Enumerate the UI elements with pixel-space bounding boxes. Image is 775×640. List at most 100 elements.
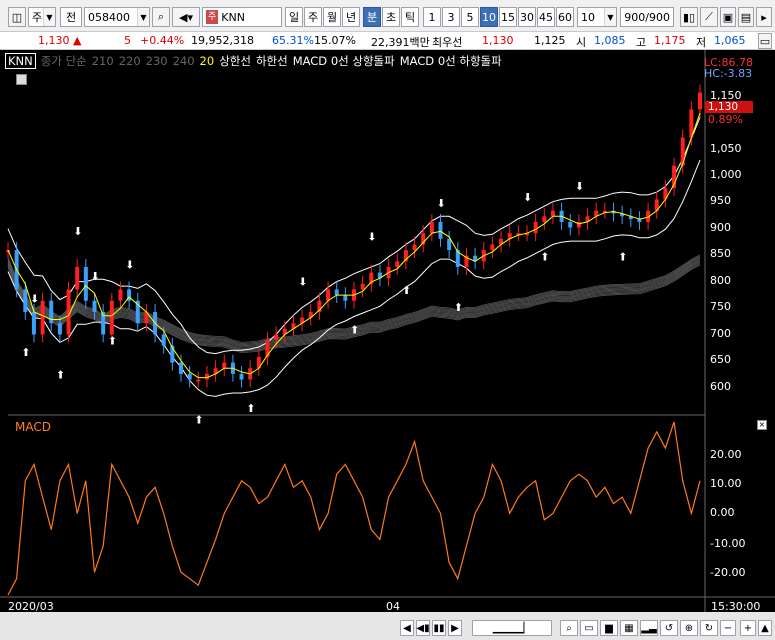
period-month[interactable]: 월 bbox=[323, 7, 341, 27]
candle-body bbox=[343, 295, 348, 301]
candle-body bbox=[161, 334, 166, 346]
y-tick-800: 800 bbox=[710, 274, 731, 287]
candle-body bbox=[680, 137, 685, 166]
candle-body bbox=[92, 300, 97, 312]
speaker-icon[interactable]: ◀▾ bbox=[172, 7, 200, 27]
signal-down-arrow: ⬇ bbox=[367, 231, 376, 244]
scroll-first-icon[interactable]: ◀ bbox=[400, 620, 414, 636]
candle-body bbox=[187, 373, 192, 380]
candle-body bbox=[222, 362, 227, 369]
interval-value: 10 bbox=[581, 10, 595, 24]
open-label: 시 bbox=[576, 36, 587, 49]
candle-body bbox=[40, 300, 45, 335]
hc-value: HC:-3.83 bbox=[704, 67, 753, 80]
interval-10[interactable]: 10 bbox=[480, 7, 498, 27]
period-tick[interactable]: 틱 bbox=[401, 7, 419, 27]
current-price: 1,130 ▲ bbox=[38, 34, 82, 47]
interval-45[interactable]: 45 bbox=[537, 7, 555, 27]
save-icon[interactable]: ▣ bbox=[720, 7, 736, 27]
high-price: 1,175 bbox=[654, 34, 686, 47]
pause-icon[interactable]: ▮▮ bbox=[432, 620, 446, 636]
signal-down-arrow: ⬇ bbox=[437, 197, 446, 210]
signal-up-arrow: ⬆ bbox=[540, 250, 549, 263]
zoom-in-icon[interactable]: ⊕ bbox=[680, 620, 698, 636]
macd-tick-10: 10.00 bbox=[710, 477, 742, 490]
refresh-icon[interactable]: ↻ bbox=[700, 620, 718, 636]
chart-legend: KNN 종가 단순 210 220 230 240 20 상한선 하한선 MAC… bbox=[5, 53, 507, 69]
macd-line bbox=[7, 421, 701, 596]
y-tick-850: 850 bbox=[710, 247, 731, 260]
interval-3[interactable]: 3 bbox=[442, 7, 460, 27]
candle-body bbox=[179, 362, 183, 374]
period-minute[interactable]: 분 bbox=[363, 7, 381, 27]
chart-area[interactable]: ⬆ ⬆ ⬆ ⬆ ⬆ ⬆ ⬆ ⬆ ⬆ ⬆ ⬇ ⬇ ⬇ ⬇ ⬇ ⬇ ⬇ ⬇ ⬇ KNN 종가 단순 210 220 23… bbox=[0, 50, 775, 625]
interval-select[interactable]: 10 ▼ bbox=[577, 7, 617, 27]
candle-body bbox=[239, 373, 244, 380]
interval-30[interactable]: 30 bbox=[518, 7, 536, 27]
high-label: 고 bbox=[636, 36, 647, 49]
legend-lower: 하한선 bbox=[255, 54, 288, 68]
scroll-right-icon[interactable]: ▸ bbox=[756, 7, 772, 27]
market-select[interactable]: 주 ▼ bbox=[28, 7, 56, 27]
close-icon[interactable]: × bbox=[757, 420, 767, 430]
candle-body bbox=[75, 266, 80, 290]
period-second[interactable]: 초 bbox=[382, 7, 400, 27]
arrow-up-icon[interactable]: ▲ bbox=[758, 620, 772, 636]
scroll-back-icon[interactable]: ◀▮ bbox=[416, 620, 430, 636]
y-tick-1050: 1,050 bbox=[710, 142, 742, 155]
settings-icon[interactable]: ▤ bbox=[738, 7, 754, 27]
grid-view-icon[interactable]: ▦ bbox=[620, 620, 638, 636]
history-icon[interactable]: ↺ bbox=[660, 620, 678, 636]
legend-ma-210: 210 bbox=[91, 54, 114, 68]
code-value: 058400 bbox=[88, 10, 130, 24]
jeon-button[interactable]: 전 bbox=[60, 7, 82, 27]
period-week[interactable]: 주 bbox=[304, 7, 322, 27]
legend-stock: KNN bbox=[5, 53, 36, 69]
interval-15[interactable]: 15 bbox=[499, 7, 517, 27]
zoom-slider[interactable]: ▁▁▁▁▏ bbox=[472, 620, 552, 636]
zoom-out-icon[interactable]: − bbox=[720, 620, 736, 636]
candle-body bbox=[118, 289, 123, 301]
interval-1[interactable]: 1 bbox=[423, 7, 441, 27]
signal-icon[interactable]: ▂▃ bbox=[640, 620, 658, 636]
interval-5[interactable]: 5 bbox=[461, 7, 479, 27]
signal-down-arrow: ⬇ bbox=[30, 292, 39, 305]
candle-body bbox=[429, 221, 434, 234]
scroll-forward-icon[interactable]: ▶ bbox=[448, 620, 462, 636]
signal-up-arrow: ⬆ bbox=[246, 402, 255, 415]
search-icon[interactable]: ⌕ bbox=[152, 7, 170, 27]
period-year[interactable]: 년 bbox=[342, 7, 360, 27]
window-icon[interactable]: ◫ bbox=[8, 7, 26, 27]
y-tick-750: 750 bbox=[710, 300, 731, 313]
grid-icon[interactable] bbox=[16, 74, 27, 85]
period-day[interactable]: 일 bbox=[285, 7, 303, 27]
candle-body bbox=[274, 334, 279, 341]
line-chart-icon[interactable]: ⟋ bbox=[700, 7, 718, 27]
macd-tick-neg10: -10.00 bbox=[710, 537, 746, 550]
candle-body bbox=[490, 244, 495, 251]
price-change: 5 bbox=[124, 34, 131, 47]
candle-body bbox=[533, 221, 538, 234]
y-tick-650: 650 bbox=[710, 353, 731, 366]
bars-icon[interactable]: ▆ bbox=[600, 620, 618, 636]
signal-down-arrow: ⬇ bbox=[91, 270, 100, 283]
y-tick-950: 950 bbox=[710, 194, 731, 207]
code-input[interactable]: 058400 ▼ bbox=[84, 7, 150, 27]
zoom-plus-icon[interactable]: + bbox=[740, 620, 756, 636]
y-tick-900: 900 bbox=[710, 221, 731, 234]
candle-body bbox=[83, 266, 88, 301]
candle-icon[interactable]: ▮▯ bbox=[680, 7, 698, 27]
stock-name-field[interactable]: 주 KNN bbox=[202, 7, 282, 27]
ruler-icon[interactable]: ▭ bbox=[580, 620, 598, 636]
change-percent: +0.44% bbox=[140, 34, 185, 47]
interval-60[interactable]: 60 bbox=[556, 7, 574, 27]
candle-body bbox=[196, 379, 201, 382]
legend-macd-down: MACD 0선 하향돌파 bbox=[399, 54, 502, 68]
legend-ma-220: 220 bbox=[118, 54, 141, 68]
expand-icon[interactable]: ▭ bbox=[758, 33, 772, 49]
candle-body bbox=[23, 289, 28, 312]
search-zoom-icon[interactable]: ⌕ bbox=[560, 620, 578, 636]
count-input[interactable]: 900/900 bbox=[620, 7, 674, 27]
best-bid: 1,125 bbox=[534, 34, 566, 47]
signal-down-arrow: ⬇ bbox=[73, 225, 82, 238]
